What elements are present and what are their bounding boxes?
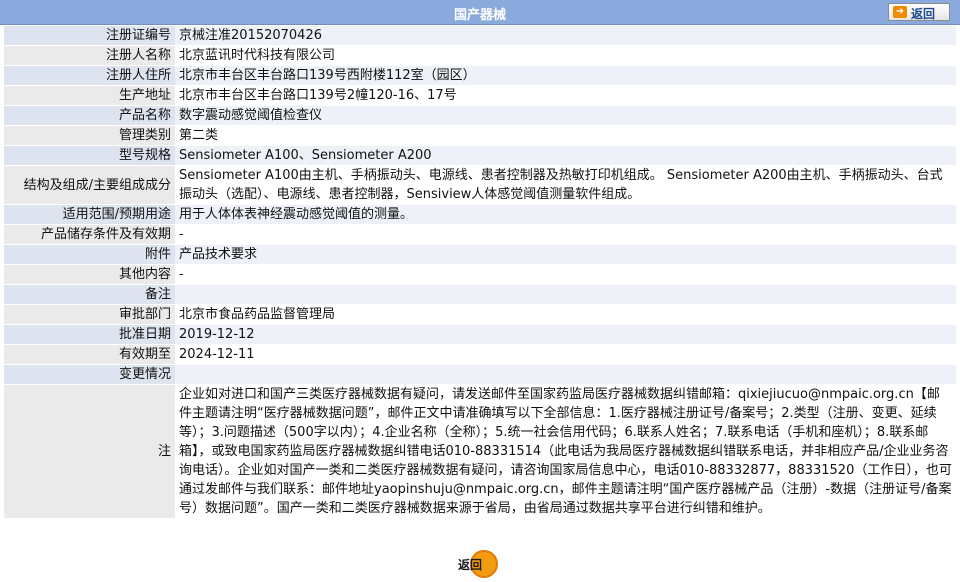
- row-value: 第二类: [175, 125, 956, 146]
- detail-table: 注册证编号 京械注准20152070426 注册人名称 北京蓝讯时代科技有限公司 注册人…: [4, 26, 956, 519]
- back-button-bottom[interactable]: 返回: [454, 550, 504, 578]
- back-button-top-label: 返回: [911, 7, 936, 21]
- row-value: 2019-12-12: [175, 324, 956, 345]
- table-row: 备注: [4, 284, 956, 305]
- row-label: 批准日期: [4, 324, 175, 345]
- row-label: 注册人住所: [4, 65, 175, 86]
- header-bar: 国产器械 ➜ 返回: [0, 0, 960, 25]
- table-row: 注册人名称 北京蓝讯时代科技有限公司: [4, 45, 956, 66]
- table-row: 产品储存条件及有效期 -: [4, 224, 956, 245]
- arrow-right-icon: ➜: [893, 6, 907, 18]
- row-value: 北京蓝讯时代科技有限公司: [175, 45, 956, 66]
- row-value: 用于人体体表神经震动感觉阈值的测量。: [175, 204, 956, 225]
- row-label: 产品名称: [4, 105, 175, 126]
- row-value: 企业如对进口和国产三类医疗器械数据有疑问，请发送邮件至国家药监局医疗器械数据纠错…: [175, 384, 956, 519]
- row-label: 附件: [4, 244, 175, 265]
- table-row: 型号规格 Sensiometer A100、Sensiometer A200: [4, 145, 956, 166]
- row-value: -: [175, 264, 956, 285]
- table-row: 适用范围/预期用途 用于人体体表神经震动感觉阈值的测量。: [4, 204, 956, 225]
- table-row: 注册证编号 京械注准20152070426: [4, 26, 956, 46]
- row-label: 生产地址: [4, 85, 175, 106]
- row-label: 有效期至: [4, 344, 175, 365]
- table-row: 审批部门 北京市食品药品监督管理局: [4, 304, 956, 325]
- row-label: 适用范围/预期用途: [4, 204, 175, 225]
- row-value: 北京市丰台区丰台路口139号西附楼112室（园区）: [175, 65, 956, 86]
- table-row: 变更情况: [4, 364, 956, 385]
- page: 国产器械 ➜ 返回 注册证编号 京械注准20152070426 注册人名称 北京蓝讯时…: [0, 0, 960, 582]
- row-label: 注: [4, 384, 175, 519]
- row-value: 2024-12-11: [175, 344, 956, 365]
- row-label: 审批部门: [4, 304, 175, 325]
- back-button-top[interactable]: ➜ 返回: [888, 3, 950, 21]
- table-row: 其他内容 -: [4, 264, 956, 285]
- row-label: 型号规格: [4, 145, 175, 166]
- row-value: 北京市丰台区丰台路口139号2幢120-16、17号: [175, 85, 956, 106]
- row-value: 数字震动感觉阈值检查仪: [175, 105, 956, 126]
- row-label: 产品储存条件及有效期: [4, 224, 175, 245]
- row-value: 京械注准20152070426: [175, 26, 956, 46]
- table-row: 注企业如对进口和国产三类医疗器械数据有疑问，请发送邮件至国家药监局医疗器械数据纠…: [4, 384, 956, 519]
- row-value: -: [175, 224, 956, 245]
- row-label: 注册证编号: [4, 26, 175, 46]
- row-label: 其他内容: [4, 264, 175, 285]
- row-value: Sensiometer A100由主机、手柄振动头、电源线、患者控制器及热敏打印…: [175, 165, 956, 205]
- table-row: 生产地址 北京市丰台区丰台路口139号2幢120-16、17号: [4, 85, 956, 106]
- table-row: 有效期至 2024-12-11: [4, 344, 956, 365]
- row-value: 北京市食品药品监督管理局: [175, 304, 956, 325]
- row-label: 管理类别: [4, 125, 175, 146]
- back-button-bottom-label: 返回: [458, 558, 483, 572]
- table-row: 管理类别 第二类: [4, 125, 956, 146]
- table-row: 结构及组成/主要组成成分 Sensiometer A100由主机、手柄振动头、电源…: [4, 165, 956, 205]
- table-row: 产品名称 数字震动感觉阈值检查仪: [4, 105, 956, 126]
- table-row: 注册人住所 北京市丰台区丰台路口139号西附楼112室（园区）: [4, 65, 956, 86]
- row-value: 产品技术要求: [175, 244, 956, 265]
- page-title: 国产器械: [453, 8, 506, 23]
- row-value: Sensiometer A100、Sensiometer A200: [175, 145, 956, 166]
- table-row: 批准日期 2019-12-12: [4, 324, 956, 345]
- table-row: 附件 产品技术要求: [4, 244, 956, 265]
- row-value: [175, 284, 956, 305]
- row-label: 变更情况: [4, 364, 175, 385]
- row-label: 注册人名称: [4, 45, 175, 66]
- row-value: [175, 364, 956, 385]
- row-label: 备注: [4, 284, 175, 305]
- row-label: 结构及组成/主要组成成分: [4, 165, 175, 205]
